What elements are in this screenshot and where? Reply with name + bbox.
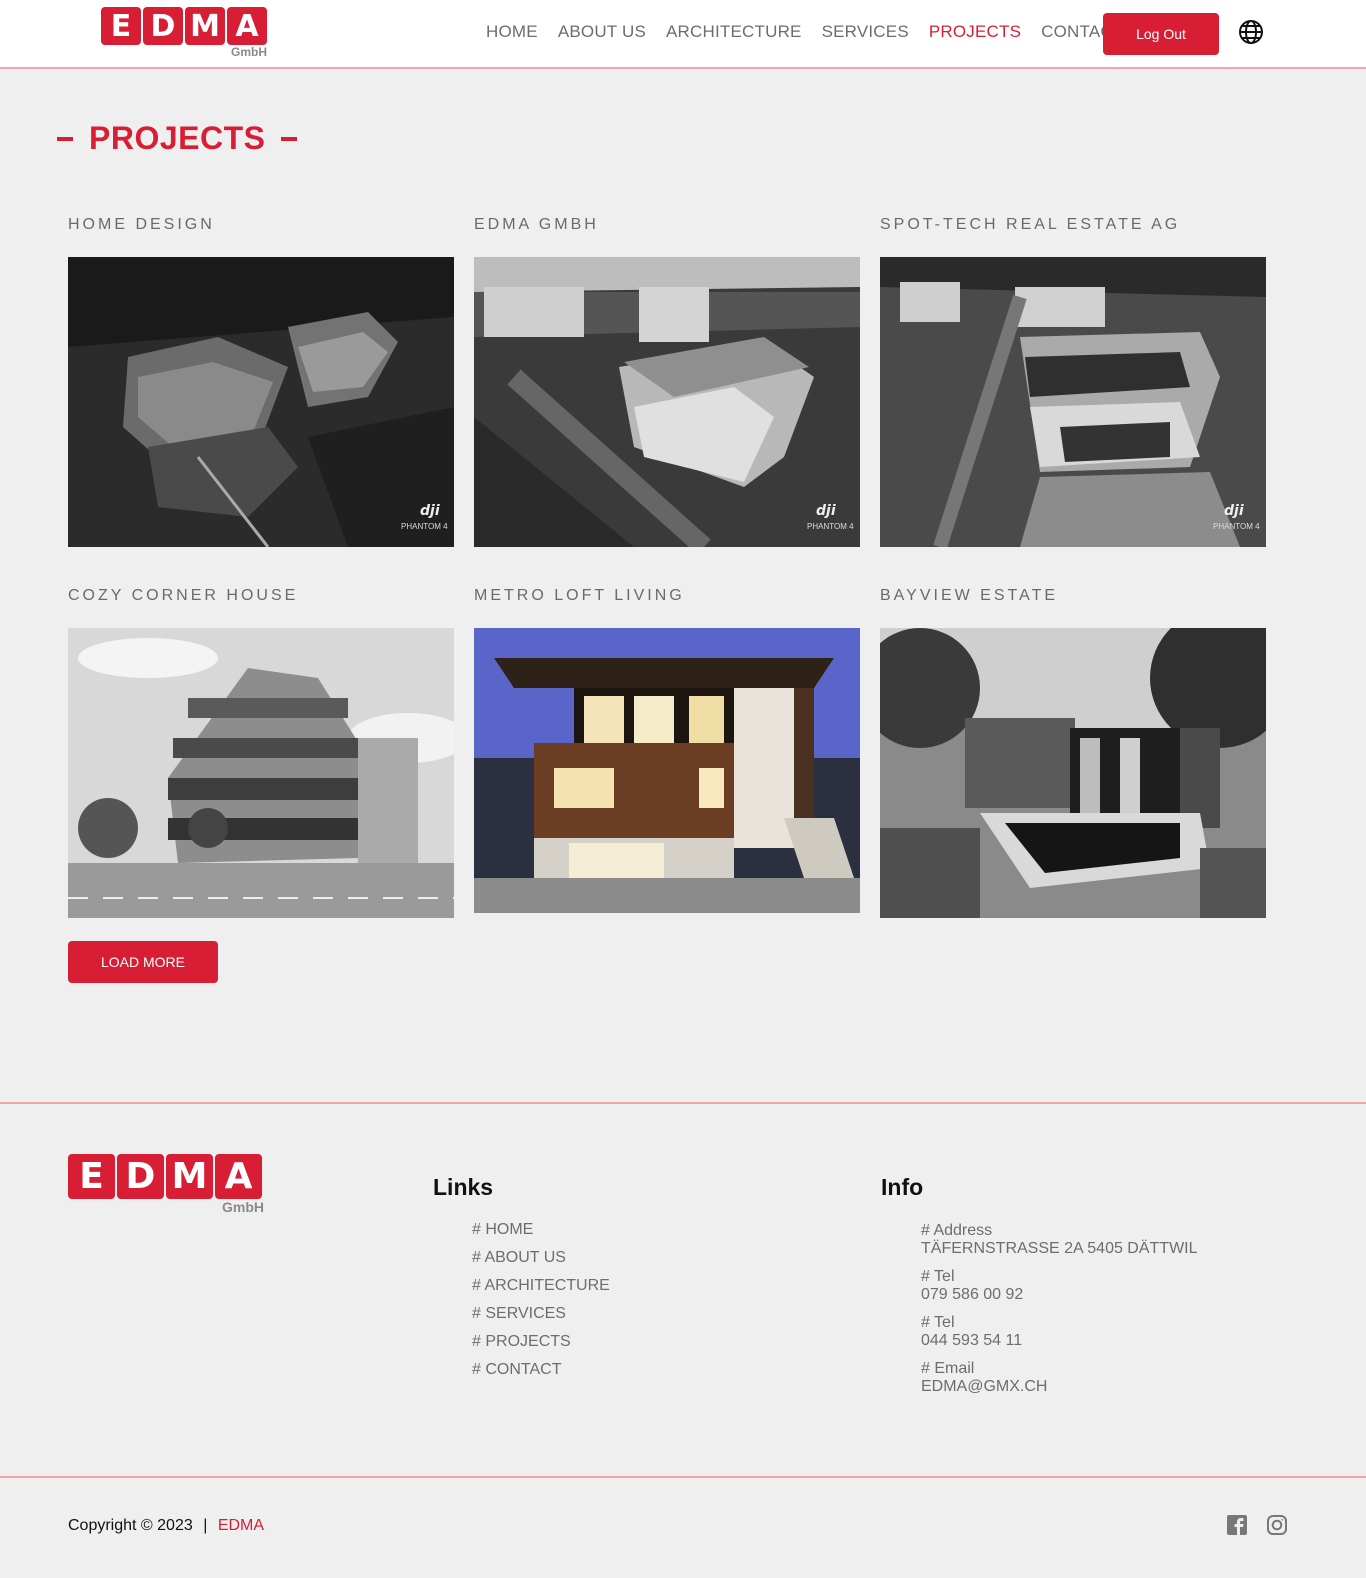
globe-icon[interactable]: [1238, 19, 1264, 45]
project-image-metro-loft-living[interactable]: [474, 628, 860, 913]
logo-letter: A: [227, 7, 267, 45]
footer-links-list: # HOME # ABOUT US # ARCHITECTURE # SERVI…: [472, 1221, 610, 1389]
logout-button[interactable]: Log Out: [1103, 13, 1219, 55]
header-logo[interactable]: E D M A GmbH: [101, 7, 267, 59]
info-value: TÄFERNSTRASSE 2A 5405 DÄTTWIL: [921, 1240, 1198, 1257]
project-title: BAYVIEW ESTATE: [880, 587, 1059, 604]
footer-link-contact[interactable]: # CONTACT: [472, 1361, 610, 1389]
logo-letter: E: [101, 7, 141, 45]
copyright-text: Copyright © 2023: [68, 1517, 193, 1534]
footer-link-services[interactable]: # SERVICES: [472, 1305, 610, 1333]
logo-letter: M: [166, 1154, 213, 1199]
info-label: # Email: [921, 1360, 975, 1377]
info-email: # Email EDMA@GMX.CH: [921, 1360, 1047, 1396]
info-label: # Tel: [921, 1268, 955, 1285]
title-dash-right: [281, 136, 298, 141]
project-image-home-design[interactable]: dji PHANTOM 4: [68, 257, 454, 547]
page-title-text: PROJECTS: [89, 120, 266, 156]
project-title: SPOT-TECH REAL ESTATE AG: [880, 216, 1181, 233]
footer-links-heading: Links: [433, 1174, 494, 1200]
info-address: # Address TÄFERNSTRASSE 2A 5405 DÄTTWIL: [921, 1222, 1198, 1258]
nav-about-us[interactable]: ABOUT US: [558, 22, 646, 42]
logo-letter: E: [68, 1154, 115, 1199]
page-title: PROJECTS: [57, 120, 298, 157]
footer-bottom-divider: [0, 1476, 1366, 1478]
logo-subtitle: GmbH: [222, 1199, 264, 1215]
footer-link-architecture[interactable]: # ARCHITECTURE: [472, 1277, 610, 1305]
project-image-cozy-corner-house[interactable]: [68, 628, 454, 918]
nav-services[interactable]: SERVICES: [822, 22, 909, 42]
project-title: EDMA GMBH: [474, 216, 599, 233]
copyright-separator: |: [203, 1517, 208, 1534]
drone-model: PHANTOM 4: [807, 522, 854, 531]
info-tel-2: # Tel 044 593 54 11: [921, 1314, 1022, 1350]
project-title: METRO LOFT LIVING: [474, 587, 685, 604]
logo-letter: D: [117, 1154, 164, 1199]
footer-link-projects[interactable]: # PROJECTS: [472, 1333, 610, 1361]
nav-projects[interactable]: PROJECTS: [929, 22, 1021, 42]
info-value[interactable]: 079 586 00 92: [921, 1286, 1023, 1304]
dji-logo: dji: [420, 503, 440, 519]
info-value[interactable]: 044 593 54 11: [921, 1332, 1022, 1350]
footer-link-home[interactable]: # HOME: [472, 1221, 610, 1249]
instagram-icon[interactable]: [1266, 1514, 1288, 1536]
copyright: Copyright © 2023 | EDMA: [68, 1517, 264, 1535]
drone-model: PHANTOM 4: [1213, 522, 1260, 531]
dji-logo: dji: [816, 503, 836, 519]
logo-letter: M: [185, 7, 225, 45]
info-tel-1: # Tel 079 586 00 92: [921, 1268, 1023, 1304]
footer-link-about-us[interactable]: # ABOUT US: [472, 1249, 610, 1277]
info-value[interactable]: EDMA@GMX.CH: [921, 1378, 1047, 1396]
project-image-edma-gmbh[interactable]: dji PHANTOM 4: [474, 257, 860, 547]
logo-letter: A: [215, 1154, 262, 1199]
footer-info-heading: Info: [881, 1174, 924, 1200]
title-dash-left: [57, 136, 73, 141]
logo-subtitle: GmbH: [231, 45, 267, 59]
project-title: COZY CORNER HOUSE: [68, 587, 299, 604]
logo-letter: D: [143, 7, 183, 45]
site-header: E D M A GmbH HOME ABOUT US ARCHITECTURE …: [0, 0, 1366, 69]
main-nav: HOME ABOUT US ARCHITECTURE SERVICES PROJ…: [486, 22, 1123, 42]
drone-model: PHANTOM 4: [401, 522, 448, 531]
footer-logo[interactable]: E D M A GmbH: [68, 1154, 264, 1216]
nav-home[interactable]: HOME: [486, 22, 538, 42]
facebook-icon[interactable]: [1226, 1514, 1248, 1536]
dji-logo: dji: [1224, 503, 1244, 519]
nav-architecture[interactable]: ARCHITECTURE: [666, 22, 802, 42]
info-label: # Tel: [921, 1314, 955, 1331]
project-title: HOME DESIGN: [68, 216, 215, 233]
info-label: # Address: [921, 1222, 993, 1239]
project-image-bayview-estate[interactable]: [880, 628, 1266, 918]
project-image-spot-tech[interactable]: dji PHANTOM 4: [880, 257, 1266, 547]
copyright-brand-link[interactable]: EDMA: [218, 1517, 264, 1534]
load-more-button[interactable]: LOAD MORE: [68, 941, 218, 983]
footer-top-divider: [0, 1102, 1366, 1104]
